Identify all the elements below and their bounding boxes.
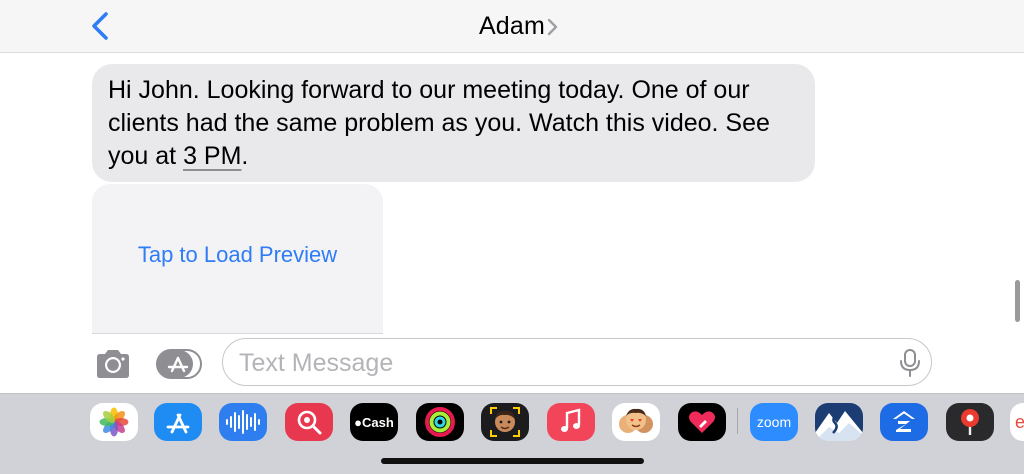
music-icon bbox=[561, 408, 581, 432]
photos-icon bbox=[99, 407, 129, 437]
location-app-icon[interactable] bbox=[946, 403, 994, 441]
link-preview-card[interactable]: Tap to Load Preview bbox=[92, 184, 383, 334]
microphone-icon[interactable] bbox=[899, 348, 921, 378]
drawer-divider bbox=[737, 408, 738, 434]
music-app-icon[interactable] bbox=[547, 403, 595, 441]
mountain-icon bbox=[815, 411, 863, 441]
audio-waveform-icon bbox=[226, 410, 260, 434]
apple-cash-icon: ●Cash bbox=[354, 414, 394, 430]
zillow-icon bbox=[893, 411, 915, 432]
message-text-end: . bbox=[241, 142, 249, 170]
memoji-stickers-app-icon[interactable] bbox=[612, 403, 660, 441]
scroll-indicator[interactable] bbox=[1015, 280, 1020, 322]
memoji-app-icon[interactable] bbox=[481, 403, 529, 441]
digital-touch-icon bbox=[689, 411, 715, 433]
apple-cash-app-icon[interactable]: ●Cash bbox=[350, 403, 398, 441]
contact-name[interactable]: Adam bbox=[479, 12, 545, 40]
text-message-field[interactable] bbox=[222, 338, 932, 386]
memoji-stickers-icon bbox=[619, 408, 653, 433]
composer-row bbox=[0, 336, 1024, 392]
memoji-icon bbox=[490, 407, 520, 437]
zoom-icon: zoom bbox=[756, 414, 792, 430]
app-store-app-icon[interactable] bbox=[154, 403, 202, 441]
partial-app-icon[interactable]: e bbox=[1010, 403, 1024, 441]
activity-rings-icon bbox=[425, 407, 455, 437]
photos-app-icon[interactable] bbox=[90, 403, 138, 441]
app-store-icon bbox=[166, 413, 190, 434]
images-search-app-icon[interactable] bbox=[285, 403, 333, 441]
images-search-icon bbox=[297, 410, 322, 435]
conversation-header: Adam bbox=[0, 0, 1024, 53]
zillow-app-icon[interactable] bbox=[880, 403, 928, 441]
time-detected-link[interactable]: 3 PM bbox=[183, 142, 241, 170]
message-thread[interactable]: Hi John. Looking forward to our meeting … bbox=[0, 54, 1024, 338]
activity-app-icon[interactable] bbox=[416, 403, 464, 441]
camera-icon[interactable] bbox=[94, 348, 132, 380]
tap-to-load-preview-link[interactable]: Tap to Load Preview bbox=[92, 242, 383, 268]
home-indicator[interactable] bbox=[381, 458, 644, 464]
zoom-app-icon[interactable]: zoom bbox=[750, 403, 798, 441]
audio-app-icon[interactable] bbox=[219, 403, 267, 441]
mountains-app-icon[interactable] bbox=[815, 403, 863, 441]
chevron-right-icon[interactable] bbox=[545, 17, 559, 37]
text-message-input[interactable] bbox=[239, 348, 879, 378]
map-pin-icon bbox=[961, 409, 979, 435]
digital-touch-app-icon[interactable] bbox=[678, 403, 726, 441]
partial-app-glyph: e bbox=[1014, 411, 1024, 432]
app-store-toggle-icon[interactable] bbox=[156, 348, 204, 380]
incoming-message-bubble[interactable]: Hi John. Looking forward to our meeting … bbox=[92, 64, 815, 182]
